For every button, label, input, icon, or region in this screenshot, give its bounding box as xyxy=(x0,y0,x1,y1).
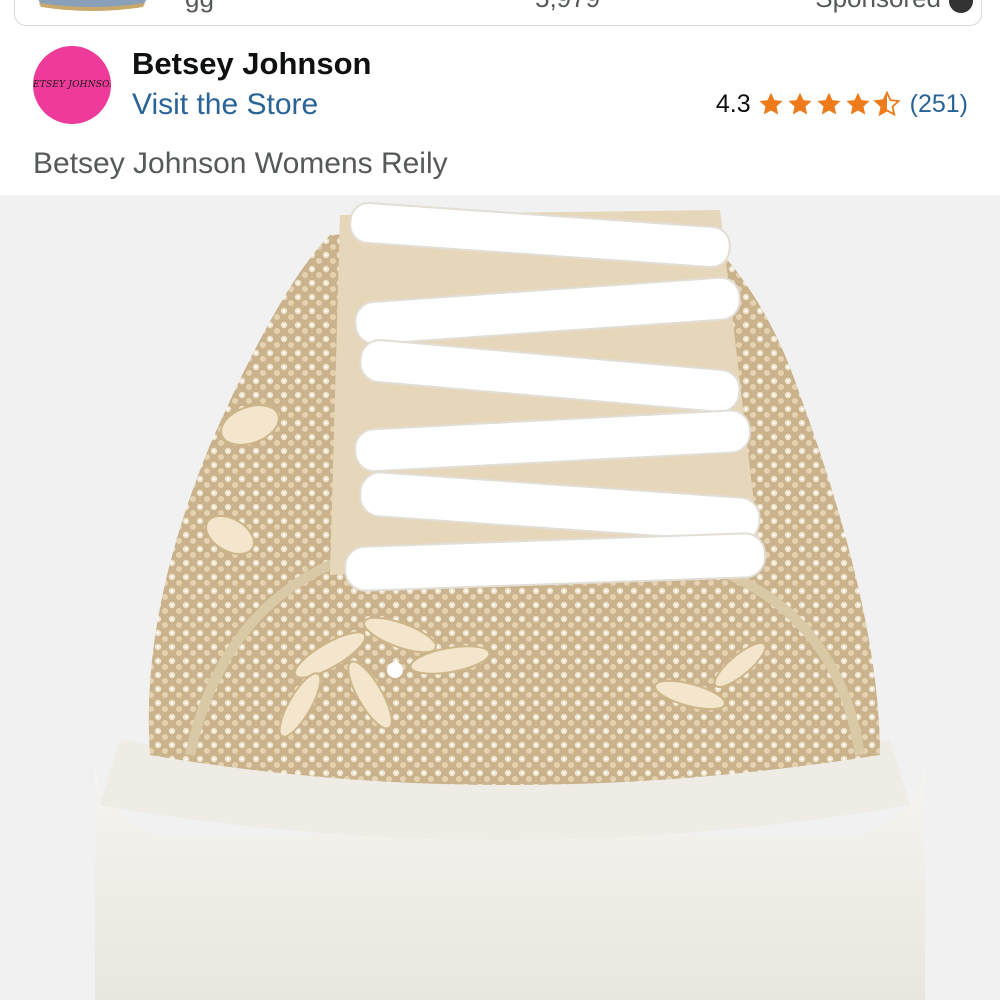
sponsored-product-card[interactable]: gg 5,979 Sponsored xyxy=(14,0,982,26)
product-title: Betsey Johnson Womens Reily xyxy=(33,147,448,180)
brand-logo[interactable]: BETSEY JOHNSON xyxy=(33,46,111,124)
brand-name: Betsey Johnson xyxy=(132,46,372,81)
star-icon xyxy=(759,92,783,115)
info-icon[interactable] xyxy=(949,0,973,13)
sponsored-title-fragment: gg xyxy=(185,0,214,14)
rating-value: 4.3 xyxy=(715,90,751,118)
brand-logo-text: BETSEY JOHNSON xyxy=(33,80,111,90)
review-count-link[interactable]: (251) xyxy=(910,90,968,119)
rhinestone-sneaker-image xyxy=(95,202,925,1000)
rating-summary[interactable]: 4.3 (251) xyxy=(716,90,968,119)
star-icon xyxy=(817,92,841,115)
half-star-icon xyxy=(872,91,901,117)
sponsored-thumbnail-icon xyxy=(38,0,147,11)
sponsored-review-count: 5,979 xyxy=(535,0,600,14)
star-rating xyxy=(757,91,902,118)
visit-store-link[interactable]: Visit the Store xyxy=(132,88,318,122)
product-image[interactable] xyxy=(0,195,1000,1000)
star-icon xyxy=(788,92,812,115)
sponsored-label: Sponsored xyxy=(815,0,941,14)
star-icon xyxy=(846,92,870,115)
